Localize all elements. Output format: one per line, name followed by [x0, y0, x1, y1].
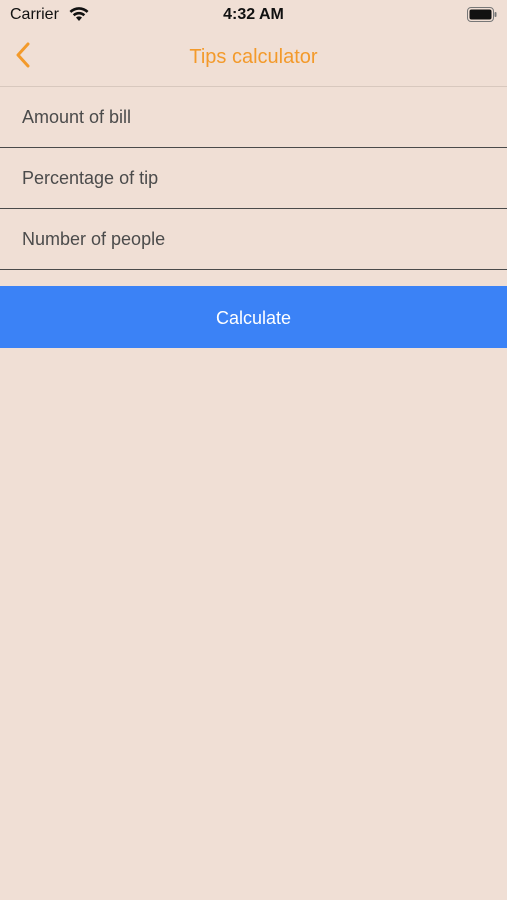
calculate-button[interactable]: Calculate	[0, 286, 507, 348]
bill-amount-input[interactable]	[0, 87, 507, 147]
people-count-input[interactable]	[0, 209, 507, 269]
status-bar: Carrier 4:32 AM	[0, 0, 507, 30]
battery-icon	[467, 7, 497, 22]
navigation-bar: Tips calculator	[0, 30, 507, 87]
bill-amount-row	[0, 87, 507, 148]
status-time: 4:32 AM	[223, 6, 284, 23]
people-count-row	[0, 209, 507, 270]
tip-form	[0, 87, 507, 270]
page-title: Tips calculator	[189, 46, 318, 68]
tip-percentage-input[interactable]	[0, 148, 507, 208]
tip-percentage-row	[0, 148, 507, 209]
